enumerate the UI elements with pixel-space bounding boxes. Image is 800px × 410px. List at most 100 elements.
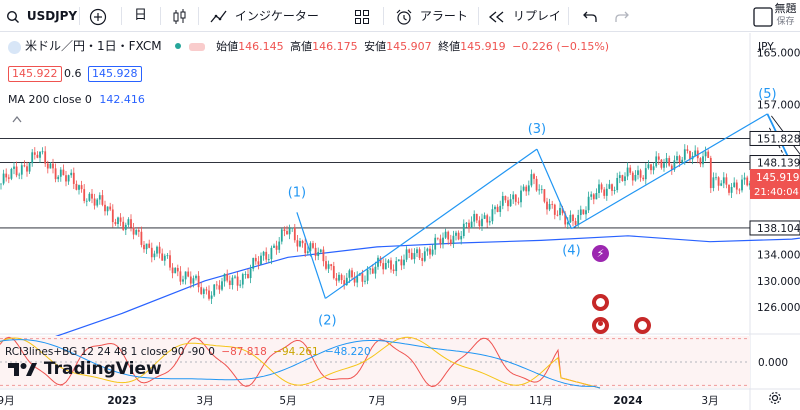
undo-button[interactable] xyxy=(582,0,598,32)
candle-body xyxy=(626,167,629,177)
candle-body xyxy=(413,253,416,260)
chart-type-button[interactable] xyxy=(172,0,188,32)
compare-button[interactable] xyxy=(89,0,107,32)
candle-body xyxy=(579,209,582,216)
candle-body xyxy=(182,279,184,282)
candle xyxy=(338,272,340,283)
candle-body xyxy=(317,251,320,256)
candle xyxy=(392,264,395,274)
candle-body xyxy=(543,189,546,202)
candle xyxy=(611,183,613,196)
candle xyxy=(595,188,598,200)
candle-body xyxy=(335,278,338,281)
sell-button[interactable]: 145.922 xyxy=(8,66,62,82)
save-link[interactable]: 保存 xyxy=(771,16,800,28)
candle xyxy=(135,228,138,236)
candle xyxy=(244,271,247,279)
lightning-icon[interactable]: ⚡ xyxy=(592,245,609,262)
candle-body xyxy=(507,200,509,207)
settings-button[interactable] xyxy=(768,390,782,409)
flag-event-icon[interactable] xyxy=(592,294,609,311)
candle xyxy=(735,179,738,195)
candle xyxy=(439,234,442,249)
close-label: 終値 xyxy=(438,40,461,53)
candle-body xyxy=(127,219,130,225)
candle-body xyxy=(431,249,434,255)
tradingview-logo-text: TradingView xyxy=(43,359,162,379)
redo-button[interactable] xyxy=(614,0,630,32)
candle-body xyxy=(223,273,226,282)
alert-label: アラート xyxy=(419,9,468,23)
candle xyxy=(738,188,741,195)
candle xyxy=(668,155,671,167)
market-status-icon xyxy=(175,43,182,49)
candle xyxy=(660,158,663,170)
candle xyxy=(187,267,190,278)
candle xyxy=(527,180,530,196)
candle xyxy=(382,258,385,275)
layout-name[interactable]: 無題 xyxy=(771,2,800,16)
candle xyxy=(304,238,307,257)
candle-body xyxy=(161,253,164,261)
candle xyxy=(694,145,697,157)
candle xyxy=(473,210,476,227)
candle-body xyxy=(119,217,122,222)
collapse-legend-button[interactable] xyxy=(12,113,22,127)
candle-body xyxy=(106,206,109,212)
candle xyxy=(2,169,5,186)
candle-body xyxy=(452,235,455,245)
candle xyxy=(475,213,478,224)
candle-body xyxy=(517,201,520,203)
candle xyxy=(709,155,712,193)
indicators-button[interactable]: インジケーター xyxy=(210,0,319,32)
candle-body xyxy=(546,201,548,210)
buy-button[interactable]: 145.928 xyxy=(88,66,142,82)
candle xyxy=(449,234,452,247)
candle-body xyxy=(553,204,556,215)
flag-event-icon-2[interactable] xyxy=(634,317,651,334)
interval-button[interactable]: 日 xyxy=(134,0,147,32)
candle-body xyxy=(244,274,247,275)
candle-body xyxy=(254,257,257,262)
redo-icon xyxy=(615,11,629,22)
record-event-icon[interactable] xyxy=(592,317,609,334)
candle-body xyxy=(153,253,156,258)
candle xyxy=(353,272,356,287)
candle-body xyxy=(54,168,57,180)
rewind-icon xyxy=(488,11,504,22)
candle-body xyxy=(13,166,15,169)
candle xyxy=(514,193,517,206)
candle-body xyxy=(33,152,36,155)
candle-body xyxy=(221,281,223,290)
candle xyxy=(241,272,244,289)
candle-body xyxy=(676,156,678,161)
replay-button[interactable]: リプレイ xyxy=(488,0,561,32)
candle-body xyxy=(44,151,47,164)
candle-body xyxy=(725,177,728,185)
candle xyxy=(418,247,421,260)
candle-body xyxy=(499,205,502,212)
candle-body xyxy=(88,193,91,201)
candle xyxy=(725,173,728,189)
candle xyxy=(231,275,234,290)
wave-label: (2) xyxy=(318,313,336,328)
candle-body xyxy=(722,177,725,184)
alert-button[interactable]: アラート xyxy=(395,0,468,32)
price-tick: 151.828 xyxy=(757,133,800,145)
candle xyxy=(163,253,166,266)
templates-button[interactable] xyxy=(354,0,370,32)
candle-body xyxy=(39,151,41,158)
candle xyxy=(127,217,130,228)
candle-body xyxy=(548,204,551,210)
candle xyxy=(132,222,135,240)
candle-body xyxy=(483,215,486,219)
symbol-search[interactable]: USDJPY xyxy=(6,0,77,32)
candle-body xyxy=(83,189,86,202)
candle-body xyxy=(213,284,216,296)
candle xyxy=(548,198,551,212)
candle-body xyxy=(59,169,62,177)
candle-body xyxy=(728,184,730,193)
candle-body xyxy=(122,221,125,230)
candle-body xyxy=(262,251,265,256)
candle-body xyxy=(291,227,294,229)
